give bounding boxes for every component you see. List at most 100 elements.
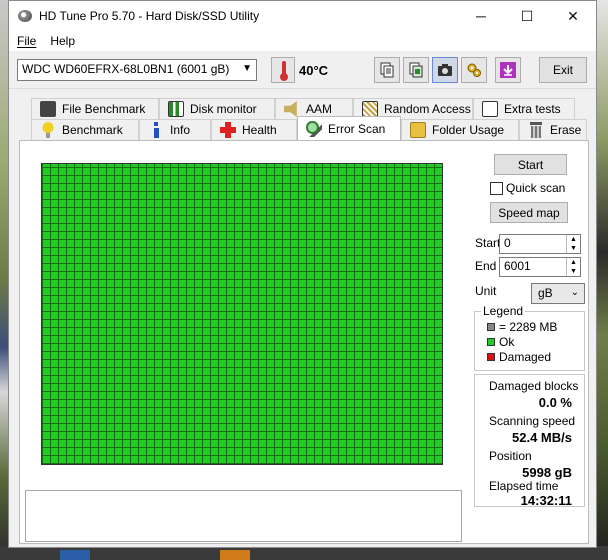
save-arrow-icon: [500, 62, 516, 78]
start-field-label: Start: [475, 236, 501, 250]
tab-label: AAM: [306, 102, 333, 116]
chevron-down-icon: ⌄: [570, 287, 579, 298]
legend-block-label: = 2289 MB: [499, 320, 558, 334]
close-button[interactable]: ✕: [550, 1, 596, 31]
magnifier-icon: [306, 120, 322, 137]
options-icon: [467, 63, 481, 77]
temperature-readout: 40°C: [299, 63, 329, 78]
scan-log-box[interactable]: [25, 490, 462, 542]
exit-button[interactable]: Exit: [539, 57, 587, 83]
menu-bar: File Help: [9, 31, 596, 51]
legend-swatch-ok: [487, 338, 495, 346]
start-position-value: 0: [504, 236, 511, 250]
trash-icon: [528, 122, 544, 138]
tab-info[interactable]: Info: [139, 119, 211, 140]
legend-damaged: Damaged: [487, 350, 551, 364]
position-value: 5998 gB: [522, 465, 572, 480]
menu-file[interactable]: File: [11, 34, 42, 48]
legend-damaged-label: Damaged: [499, 350, 552, 364]
legend-block-size: = 2289 MB: [487, 320, 557, 334]
app-window: HD Tune Pro 5.70 - Hard Disk/SSD Utility…: [8, 0, 597, 548]
drive-select[interactable]: WDC WD60EFRX-68L0BN1 (6001 gB) ▼: [17, 59, 257, 81]
toolbar: WDC WD60EFRX-68L0BN1 (6001 gB) ▼ 40°C Ex…: [9, 51, 596, 89]
damaged-blocks-value: 0.0 %: [538, 395, 572, 410]
quick-scan-checkbox[interactable]: [490, 182, 503, 195]
hd-tune-app-icon: [17, 8, 33, 24]
unit-select-value: gB: [538, 286, 553, 300]
tab-label: Error Scan: [328, 121, 386, 136]
copy-screen-button[interactable]: [403, 57, 429, 83]
spin-up-icon[interactable]: ▲: [566, 258, 580, 267]
desktop-background-right: [596, 0, 608, 560]
tab-label: Health: [242, 123, 277, 137]
speed-map-button[interactable]: Speed map: [490, 202, 568, 223]
legend-swatch-block: [487, 323, 495, 331]
disk-monitor-icon: [168, 101, 184, 117]
benchmark-bulb-icon: [40, 122, 56, 138]
legend-ok: Ok: [487, 335, 514, 349]
elapsed-time-value: 14:32:11: [520, 493, 572, 508]
copy-text-icon: [380, 62, 394, 78]
end-position-value: 6001: [504, 259, 531, 273]
maximize-button[interactable]: ☐: [504, 1, 550, 31]
tab-label: File Benchmark: [62, 102, 146, 116]
scan-block-map: [41, 163, 443, 465]
tab-file-benchmark[interactable]: File Benchmark: [31, 98, 159, 119]
legend-title: Legend: [481, 304, 526, 318]
unit-select[interactable]: gB ⌄: [531, 283, 585, 304]
spin-down-icon[interactable]: ▼: [566, 244, 580, 253]
chevron-down-icon: ▼: [242, 63, 252, 74]
tab-strip: File Benchmark Disk monitor AAM Random A…: [19, 98, 588, 140]
tab-label: Random Access: [384, 102, 471, 116]
health-cross-icon: [220, 122, 236, 138]
unit-label: Unit: [475, 284, 497, 298]
window-controls: ─ ☐ ✕: [458, 1, 596, 31]
position-label: Position: [489, 449, 532, 463]
quick-scan-label: Quick scan: [506, 181, 566, 195]
taskbar-fragment: [0, 546, 608, 560]
tab-label: Disk monitor: [190, 102, 257, 116]
menu-help[interactable]: Help: [44, 34, 81, 48]
tab-label: Erase: [550, 123, 582, 137]
copy-text-button[interactable]: [374, 57, 400, 83]
extra-tests-icon: [482, 101, 498, 117]
save-button[interactable]: [495, 57, 521, 83]
start-position-input[interactable]: 0 ▲ ▼: [499, 234, 581, 254]
tab-error-scan[interactable]: Error Scan: [297, 116, 401, 140]
end-field-label: End: [475, 259, 497, 273]
title-bar: HD Tune Pro 5.70 - Hard Disk/SSD Utility…: [9, 1, 596, 31]
drive-select-value: WDC WD60EFRX-68L0BN1 (6001 gB): [22, 62, 230, 76]
screenshot-camera-icon: [438, 64, 452, 76]
tab-label: Extra tests: [504, 102, 561, 116]
folder-icon: [410, 122, 426, 138]
random-access-icon: [362, 101, 378, 117]
damaged-blocks-label: Damaged blocks: [489, 379, 579, 393]
spin-down-icon[interactable]: ▼: [566, 267, 580, 276]
tab-extra-tests[interactable]: Extra tests: [473, 98, 575, 119]
options-button[interactable]: [461, 57, 487, 83]
scanning-speed-value: 52.4 MB/s: [512, 430, 572, 445]
tab-folder-usage[interactable]: Folder Usage: [401, 119, 519, 140]
info-icon: [148, 122, 164, 138]
legend-group: Legend = 2289 MB Ok Damaged: [474, 304, 585, 371]
tab-health[interactable]: Health: [211, 119, 297, 140]
screenshot-button[interactable]: [432, 57, 458, 83]
file-benchmark-icon: [40, 101, 56, 117]
tab-erase[interactable]: Erase: [519, 119, 587, 140]
thermometer-icon: [271, 57, 295, 83]
end-position-input[interactable]: 6001 ▲ ▼: [499, 257, 581, 277]
scanning-speed-label: Scanning speed: [489, 414, 576, 428]
tab-disk-monitor[interactable]: Disk monitor: [159, 98, 275, 119]
start-button[interactable]: Start: [494, 154, 567, 175]
legend-swatch-damaged: [487, 353, 495, 361]
speaker-icon: [284, 101, 297, 117]
tab-benchmark[interactable]: Benchmark: [31, 119, 139, 140]
copy-screen-icon: [409, 62, 423, 78]
tab-label: Folder Usage: [432, 123, 505, 137]
minimize-button[interactable]: ─: [458, 1, 504, 31]
tab-label: Benchmark: [62, 123, 123, 137]
spin-up-icon[interactable]: ▲: [566, 235, 580, 244]
error-scan-panel: Start Quick scan Speed map Start 0 ▲ ▼ E…: [19, 140, 589, 544]
elapsed-time-label: Elapsed time: [489, 479, 559, 493]
legend-ok-label: Ok: [499, 335, 515, 349]
